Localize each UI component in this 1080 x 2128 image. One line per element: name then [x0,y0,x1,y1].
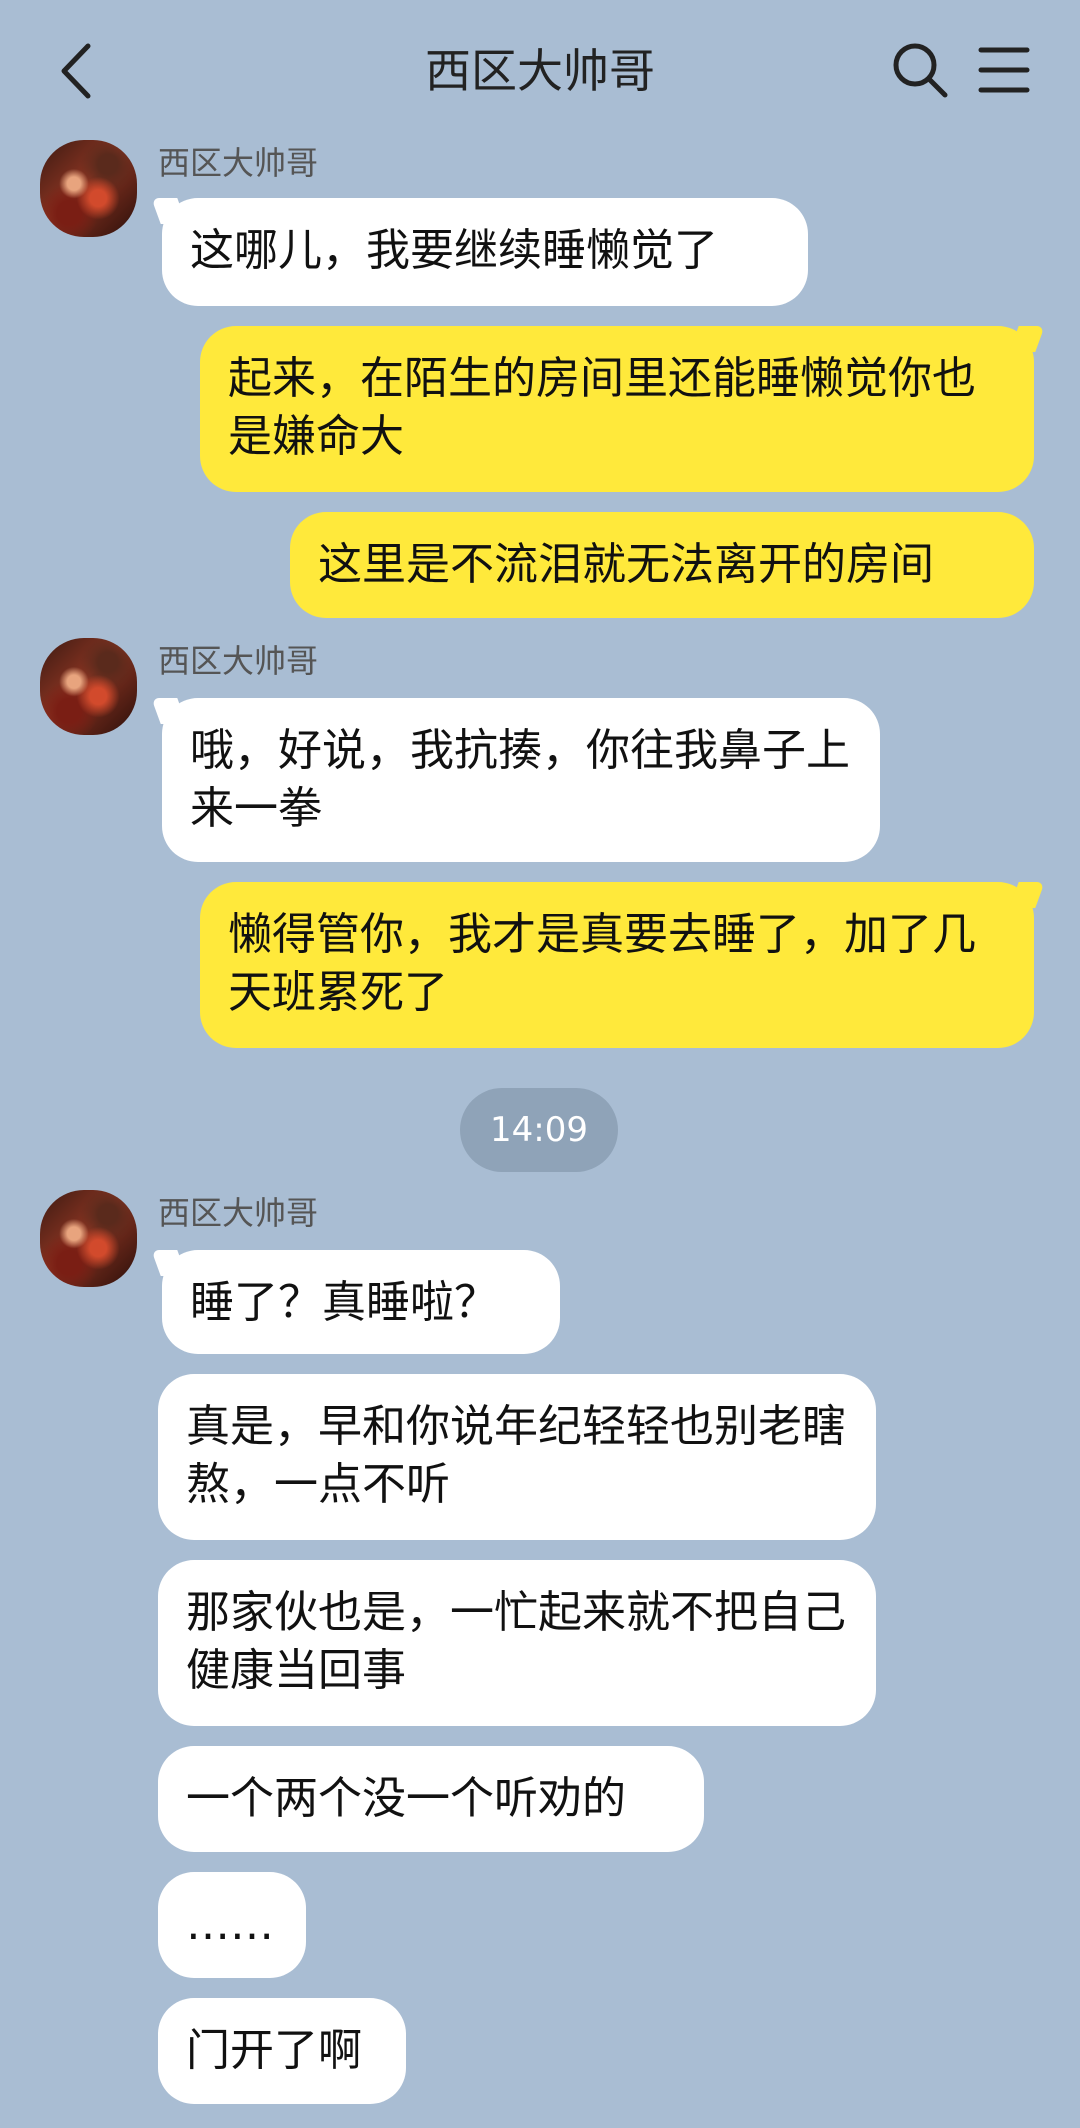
sender-name: 西区大帅哥 [158,1194,319,1232]
message-bubble-incoming[interactable]: 那家伙也是，一忙起来就不把自己健康当回事 [158,1560,876,1726]
message-text: 真是，早和你说年纪轻轻也别老瞎熬，一点不听 [186,1401,846,1510]
message-bubble-incoming[interactable]: 这哪儿，我要继续睡懒觉了 [162,198,808,306]
message-text: 懒得管你，我才是真要去睡了，加了几天班累死了 [228,909,976,1018]
message-bubble-outgoing[interactable]: 懒得管你，我才是真要去睡了，加了几天班累死了 [200,882,1034,1048]
avatar[interactable] [40,638,137,735]
message-bubble-incoming[interactable]: …… [158,1872,306,1978]
message-text: 睡了？真睡啦？ [190,1277,498,1328]
message-text: 这里是不流泪就无法离开的房间 [318,539,934,590]
message-text: 哦，好说，我抗揍，你往我鼻子上来一拳 [190,725,850,834]
message-text: 门开了啊 [186,2025,362,2076]
message-bubble-incoming[interactable]: 哦，好说，我抗揍，你往我鼻子上来一拳 [162,698,880,862]
message-text: …… [186,1899,274,1950]
sender-name: 西区大帅哥 [158,642,319,680]
search-button[interactable] [890,40,950,100]
time-divider: 14:09 [460,1088,618,1172]
sender-name: 西区大帅哥 [158,144,319,182]
message-text: 这哪儿，我要继续睡懒觉了 [190,225,718,276]
search-icon [893,43,948,98]
message-bubble-outgoing[interactable]: 起来，在陌生的房间里还能睡懒觉你也是嫌命大 [200,326,1034,492]
message-text: 那家伙也是，一忙起来就不把自己健康当回事 [186,1587,846,1696]
message-bubble-incoming[interactable]: 睡了？真睡啦？ [162,1250,560,1354]
message-bubble-incoming[interactable]: 门开了啊 [158,1998,406,2104]
message-bubble-outgoing[interactable]: 这里是不流泪就无法离开的房间 [290,512,1034,618]
menu-button[interactable] [978,44,1030,96]
menu-icon [978,47,1030,93]
avatar[interactable] [40,1190,137,1287]
message-text: 起来，在陌生的房间里还能睡懒觉你也是嫌命大 [228,353,976,462]
avatar[interactable] [40,140,137,237]
message-text: 一个两个没一个听劝的 [186,1773,626,1824]
message-bubble-incoming[interactable]: 一个两个没一个听劝的 [158,1746,704,1852]
top-bar: 西区大帅哥 [0,0,1080,140]
message-bubble-incoming[interactable]: 真是，早和你说年纪轻轻也别老瞎熬，一点不听 [158,1374,876,1540]
